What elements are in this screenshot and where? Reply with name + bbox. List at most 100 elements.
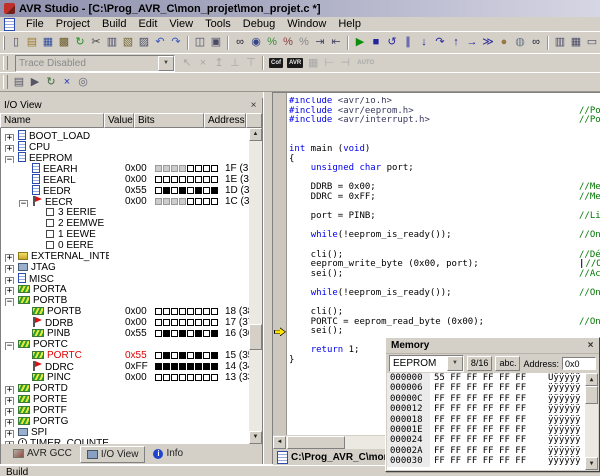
expand-toggle[interactable]: −	[5, 298, 14, 306]
expand-toggle[interactable]: −	[5, 156, 14, 163]
io-register-row[interactable]: PINB0x5516 (36)	[1, 328, 262, 339]
trace-up-icon[interactable]: ↥	[211, 56, 227, 71]
watch-window-icon[interactable]: ▥	[552, 35, 568, 50]
panel-tab-info[interactable]: Info	[147, 446, 189, 461]
paste-icon[interactable]: ▧	[120, 35, 136, 50]
expand-toggle[interactable]: +	[5, 134, 14, 141]
toolbar-handle[interactable]	[3, 36, 5, 50]
expand-toggle[interactable]: +	[5, 277, 14, 284]
io-register-row[interactable]: 2 EEMWE	[1, 218, 262, 229]
expand-toggle[interactable]: −	[5, 342, 14, 350]
stop-icon[interactable]: ■	[368, 35, 384, 50]
panel-tab-avr-gcc[interactable]: AVR GCC	[7, 446, 78, 461]
memory-scrollbar[interactable]: ▲ ▼	[585, 373, 598, 470]
run-icon[interactable]: ▶	[352, 35, 368, 50]
step-into-icon[interactable]: ↓	[416, 35, 432, 50]
expand-toggle[interactable]: +	[5, 265, 14, 273]
cut-icon[interactable]: ✂	[88, 35, 104, 50]
trace-top-icon[interactable]: ⊤	[243, 56, 259, 71]
expand-toggle[interactable]: +	[5, 419, 14, 427]
io-register-row[interactable]: +SPI	[1, 427, 262, 438]
transistor-a-icon[interactable]: ⊢	[321, 56, 337, 71]
step-out-icon[interactable]: ↑	[448, 35, 464, 50]
bookmark-next-icon[interactable]: %	[280, 35, 296, 50]
address-input[interactable]	[562, 357, 596, 370]
expand-toggle[interactable]: −	[19, 200, 28, 207]
io-register-row[interactable]: DDRC0xFF14 (34)	[1, 361, 262, 372]
panel-tab-i-o-view[interactable]: I/O View	[80, 446, 146, 463]
menu-help[interactable]: Help	[332, 18, 367, 30]
io-register-row[interactable]: 3 EERIE	[1, 207, 262, 218]
column-header-address[interactable]: Address	[204, 113, 246, 128]
io-register-row[interactable]: 1 EEWE	[1, 229, 262, 240]
output-window-icon[interactable]: ▭	[584, 35, 600, 50]
menu-edit[interactable]: Edit	[132, 18, 163, 30]
io-register-row[interactable]: −EECR0x001C (3C)	[1, 196, 262, 207]
autostep-icon[interactable]: ≫	[480, 35, 496, 50]
chip-config-icon[interactable]: ◎	[75, 75, 91, 90]
byte-word-toggle-button[interactable]: 8/16	[467, 356, 493, 371]
toolbar-handle[interactable]	[3, 75, 8, 89]
io-register-row[interactable]: PINC0x0013 (33)	[1, 372, 262, 383]
scrollbar-thumb[interactable]	[287, 436, 345, 449]
expand-toggle[interactable]: +	[5, 430, 14, 438]
io-register-row[interactable]: +CPU	[1, 141, 262, 152]
expand-toggle[interactable]: +	[5, 287, 14, 295]
io-register-row[interactable]: +JTAG	[1, 262, 262, 273]
coff-badge[interactable]: Cof	[269, 58, 283, 68]
toolbar-handle[interactable]	[3, 56, 8, 70]
io-register-row[interactable]: PORTB0x0018 (38)	[1, 306, 262, 317]
open-file-icon[interactable]: ▤	[24, 35, 40, 50]
run-to-cursor-icon[interactable]: →	[464, 35, 480, 50]
io-register-row[interactable]: +PORTA	[1, 284, 262, 295]
save-all-icon[interactable]: ▩	[56, 35, 72, 50]
expand-toggle[interactable]: +	[5, 145, 14, 152]
panel-splitter[interactable]	[263, 92, 273, 464]
memory-type-combobox[interactable]: EEPROM ▼	[389, 355, 464, 372]
quickwatch-icon[interactable]: ∞	[528, 35, 544, 50]
transistor-b-icon[interactable]: ⊣	[337, 56, 353, 71]
io-register-row[interactable]: +PORTF	[1, 405, 262, 416]
io-register-row[interactable]: EEDR0x551D (3D)	[1, 185, 262, 196]
chevron-down-icon[interactable]: ▼	[447, 356, 463, 371]
column-header-bits[interactable]: Bits	[134, 113, 204, 128]
compile-icon[interactable]: ↻	[72, 35, 88, 50]
memory-title-bar[interactable]: Memory ×	[386, 338, 599, 354]
menu-window[interactable]: Window	[281, 18, 332, 30]
memory-hex-view[interactable]: 00000055 FF FF FF FF FFUÿÿÿÿÿ000006FF FF…	[387, 373, 598, 470]
menu-tools[interactable]: Tools	[199, 18, 237, 30]
io-register-row[interactable]: DDRB0x0017 (37)	[1, 317, 262, 328]
io-register-row[interactable]: +TIMER_COUNTER_0	[1, 438, 262, 444]
expand-toggle[interactable]: +	[5, 386, 14, 394]
menu-project[interactable]: Project	[50, 18, 96, 30]
trace-clear-icon[interactable]: ×	[195, 56, 211, 71]
scroll-up-icon[interactable]: ▲	[585, 373, 598, 386]
trace-status-combobox[interactable]: Trace Disabled ▼	[15, 55, 175, 72]
project-window-icon[interactable]: ▣	[208, 35, 224, 50]
scrollbar-thumb[interactable]	[585, 386, 598, 404]
memory-window-icon[interactable]: ▦	[568, 35, 584, 50]
program-device-icon[interactable]: ↻	[43, 75, 59, 90]
close-icon[interactable]: ×	[584, 340, 597, 352]
scroll-down-icon[interactable]: ▼	[585, 457, 598, 470]
document-icon[interactable]	[4, 18, 15, 31]
device-chip-icon[interactable]: ▦	[305, 56, 321, 71]
undo-icon[interactable]: ↶	[152, 35, 168, 50]
io-register-row[interactable]: PORTC0x5515 (35)	[1, 350, 262, 361]
print-icon[interactable]: ▨	[136, 35, 152, 50]
io-register-row[interactable]: EEARL0x001E (3E)	[1, 174, 262, 185]
build-icon[interactable]: ▤	[11, 75, 27, 90]
copy-icon[interactable]: ▥	[104, 35, 120, 50]
bookmark-clear-icon[interactable]: %	[296, 35, 312, 50]
menu-view[interactable]: View	[163, 18, 199, 30]
auto-label[interactable]: AUTO	[355, 58, 376, 68]
close-icon[interactable]: ×	[247, 100, 260, 112]
chevron-down-icon[interactable]: ▼	[158, 56, 174, 71]
column-header-name[interactable]: Name	[0, 113, 104, 128]
indent-icon[interactable]: ⇥	[312, 35, 328, 50]
new-window-icon[interactable]: ◫	[192, 35, 208, 50]
trace-icon[interactable]: ◍	[512, 35, 528, 50]
pause-icon[interactable]: ∥	[400, 35, 416, 50]
reset-icon[interactable]: ↺	[384, 35, 400, 50]
bookmark-toggle-icon[interactable]: %	[264, 35, 280, 50]
